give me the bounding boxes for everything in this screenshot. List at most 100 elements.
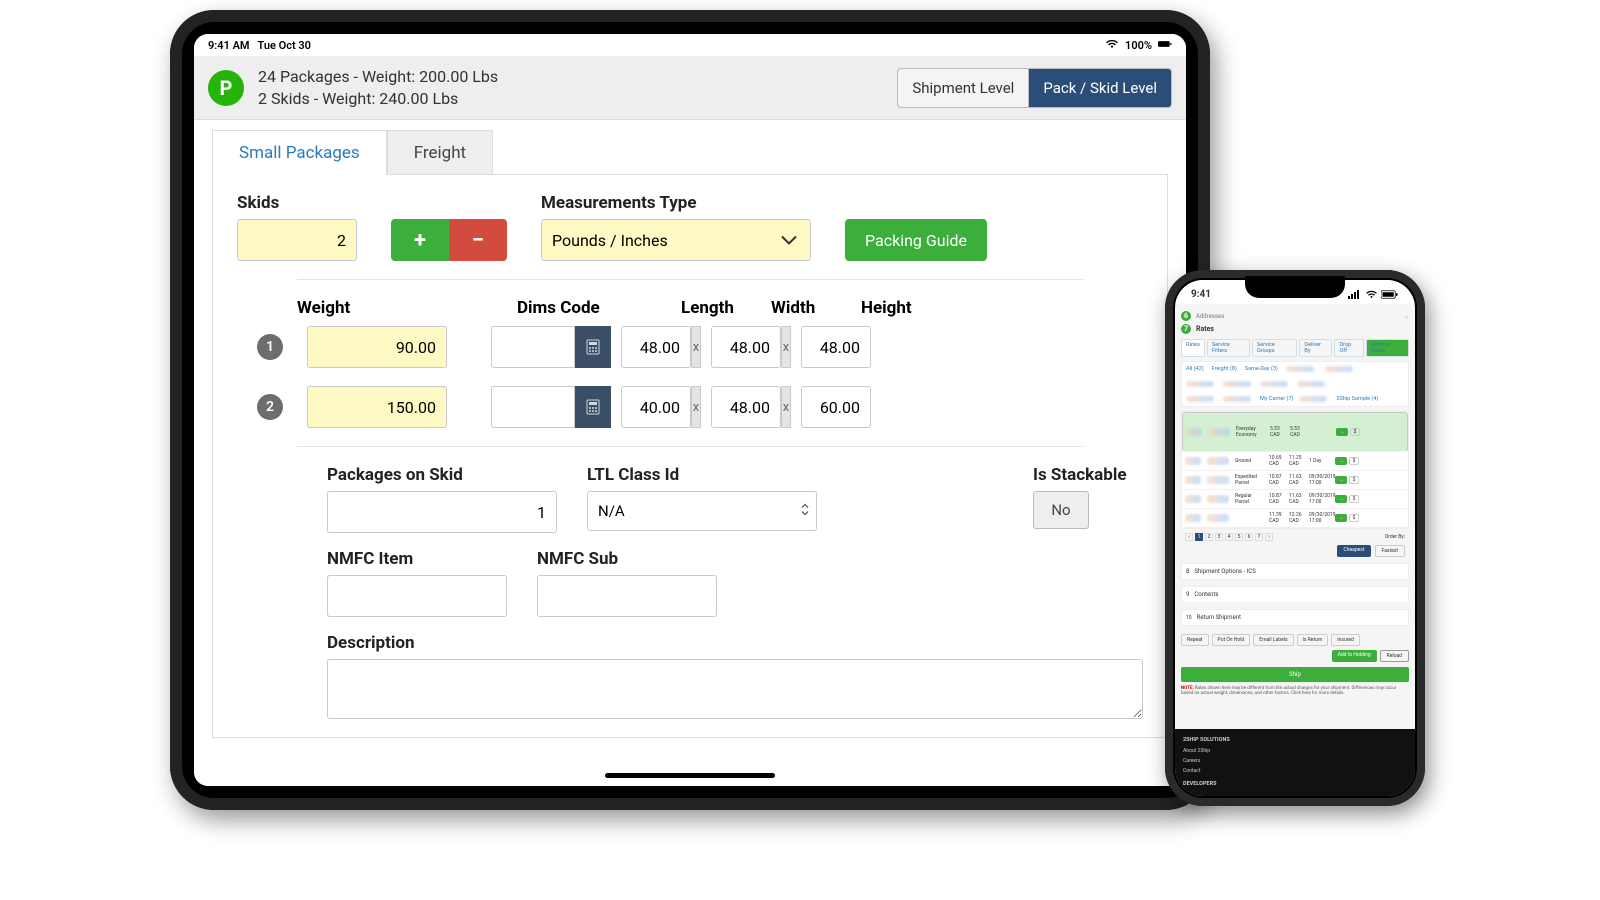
skids-input[interactable] <box>237 219 357 261</box>
carrier-name-blurred <box>1207 457 1229 465</box>
length-input[interactable] <box>621 386 691 428</box>
subtab-service-filters[interactable]: Service Filters <box>1207 339 1250 357</box>
action-insured[interactable]: Insured <box>1331 634 1360 646</box>
filter-all[interactable]: All (42) <box>1186 366 1204 372</box>
skid-row: 2xx <box>237 386 1143 428</box>
avatar: P <box>208 70 244 106</box>
col-height: Height <box>861 298 941 318</box>
width-input[interactable] <box>711 326 781 368</box>
height-input[interactable] <box>801 326 871 368</box>
pager-2[interactable]: 2 <box>1205 533 1213 541</box>
price-details-button[interactable]: $ <box>1350 428 1360 436</box>
skid-row: 1xx <box>237 326 1143 368</box>
rate-row[interactable]: Regular Parcel10.87 CAD11.63 CAD09/30/20… <box>1182 490 1408 509</box>
pager-4[interactable]: 4 <box>1225 533 1233 541</box>
price-details-button[interactable]: $ <box>1349 476 1359 484</box>
carrier-name-blurred <box>1208 428 1230 436</box>
status-time: 9:41 AM <box>208 39 250 52</box>
filter-sameday[interactable]: Same-Day (3) <box>1245 366 1278 372</box>
accordion-return-shipment[interactable]: 10Return Shipment <box>1181 609 1409 626</box>
ship-button[interactable]: Ship <box>1181 667 1409 682</box>
add-to-holding-button[interactable]: Add to Holding <box>1332 650 1377 662</box>
footer-link-careers[interactable]: Careers <box>1183 756 1407 766</box>
x-separator: x <box>781 326 791 368</box>
pack-skid-level-button[interactable]: Pack / Skid Level <box>1029 68 1172 108</box>
dims-lookup-button[interactable] <box>575 326 611 368</box>
step-rates[interactable]: 7Rates <box>1181 324 1409 334</box>
nmfc-item-input[interactable] <box>327 575 507 617</box>
select-rate-button[interactable]: → <box>1336 428 1348 436</box>
reload-button[interactable]: Reload <box>1380 650 1409 662</box>
measurements-select[interactable] <box>541 219 811 261</box>
pager-6[interactable]: 6 <box>1245 533 1253 541</box>
rate-row[interactable]: Expedited Parcel10.87 CAD11.63 CAD09/30/… <box>1182 471 1408 490</box>
subtab-deliver-by[interactable]: Deliver By <box>1299 339 1332 357</box>
description-textarea[interactable] <box>327 659 1143 719</box>
footer-link-about[interactable]: About 2Ship <box>1183 746 1407 756</box>
tab-freight[interactable]: Freight <box>387 130 493 175</box>
action-put-on-hold[interactable]: Put On Hold <box>1212 634 1251 646</box>
pager-3[interactable]: 3 <box>1215 533 1223 541</box>
stackable-toggle[interactable]: No <box>1033 491 1089 529</box>
carrier-my[interactable]: My Carrier (7) <box>1260 396 1293 402</box>
footer-link-contact[interactable]: Contact <box>1183 766 1407 776</box>
subtab-rates[interactable]: Rates <box>1181 339 1205 357</box>
filter-freight[interactable]: Freight (8) <box>1212 366 1237 372</box>
ltl-class-select[interactable]: N/A <box>587 491 817 531</box>
select-rate-button[interactable]: → <box>1335 514 1347 522</box>
rate-row[interactable]: Ground10.69 CAD11.25 CAD1 Day→$ <box>1182 452 1408 471</box>
pager-1[interactable]: 1 <box>1195 533 1203 541</box>
dims-lookup-button[interactable] <box>575 386 611 428</box>
action-repeat[interactable]: Repeat <box>1181 634 1209 646</box>
accordion-label: Return Shipment <box>1197 614 1241 621</box>
order-by-label: Order By: <box>1385 534 1405 540</box>
pager-7[interactable]: 7 <box>1255 533 1263 541</box>
step-addresses[interactable]: 6Addresses ⌄ <box>1181 311 1409 321</box>
shipment-level-button[interactable]: Shipment Level <box>897 68 1029 108</box>
iphone-device: 9:41 6Addresses ⌄ 7Rates Rates Service F… <box>1165 270 1425 806</box>
pager-next[interactable]: › <box>1265 533 1273 541</box>
packages-on-skid-input[interactable] <box>327 491 557 533</box>
pager-5[interactable]: 5 <box>1235 533 1243 541</box>
price-details-button[interactable]: $ <box>1349 514 1359 522</box>
ltl-class-label: LTL Class Id <box>587 465 817 485</box>
select-rate-button[interactable]: → <box>1335 476 1347 484</box>
order-cheapest-button[interactable]: Cheapest <box>1337 545 1370 557</box>
height-input[interactable] <box>801 386 871 428</box>
action-email-labels[interactable]: Email Labels <box>1253 634 1293 646</box>
rates-pager: ‹ 1 2 3 4 5 6 7 › Order By: <box>1181 529 1409 545</box>
rate-row[interactable]: Everyday Economy5.53 CAD5.53 CAD→$ <box>1182 412 1408 452</box>
select-rate-button[interactable]: → <box>1335 495 1347 503</box>
carrier-2ship-sample[interactable]: 2Ship Sample (4) <box>1336 396 1378 402</box>
dims-code-input[interactable] <box>491 326 575 368</box>
dims-code-input[interactable] <box>491 386 575 428</box>
skids-decrement-button[interactable]: − <box>449 219 507 261</box>
x-separator: x <box>781 386 791 428</box>
width-input[interactable] <box>711 386 781 428</box>
weight-input[interactable] <box>307 326 447 368</box>
carrier-logo-blurred <box>1185 476 1201 484</box>
weight-input[interactable] <box>307 386 447 428</box>
divider <box>297 446 1083 447</box>
tab-small-packages[interactable]: Small Packages <box>212 130 387 175</box>
accordion-contents[interactable]: 9Contents <box>1181 586 1409 603</box>
price-details-button[interactable]: $ <box>1349 495 1359 503</box>
refresh-rates-button[interactable]: Refresh Rates <box>1366 339 1409 357</box>
order-fastest-button[interactable]: Fastest <box>1375 545 1405 557</box>
nmfc-sub-input[interactable] <box>537 575 717 617</box>
packing-guide-button[interactable]: Packing Guide <box>845 219 987 261</box>
length-input[interactable] <box>621 326 691 368</box>
action-is-return[interactable]: Is Return <box>1297 634 1329 646</box>
skids-increment-button[interactable]: + <box>391 219 449 261</box>
rate-row[interactable]: 11.39 CAD12.26 CAD09/30/2019 17:00→$ <box>1182 509 1408 528</box>
pager-prev[interactable]: ‹ <box>1185 533 1193 541</box>
carrier-name-blurred <box>1207 476 1229 484</box>
subtab-service-groups[interactable]: Service Groups <box>1252 339 1297 357</box>
price-details-button[interactable]: $ <box>1349 457 1359 465</box>
rates-table: Everyday Economy5.53 CAD5.53 CAD→$Ground… <box>1181 411 1409 529</box>
subtab-drop-off[interactable]: Drop Off <box>1334 339 1364 357</box>
accordion-shipment-options[interactable]: 8Shipment Options - ICS <box>1181 563 1409 580</box>
nmfc-sub-label: NMFC Sub <box>537 549 717 569</box>
select-rate-button[interactable]: → <box>1335 457 1347 465</box>
battery-level: 100% <box>1125 39 1152 52</box>
